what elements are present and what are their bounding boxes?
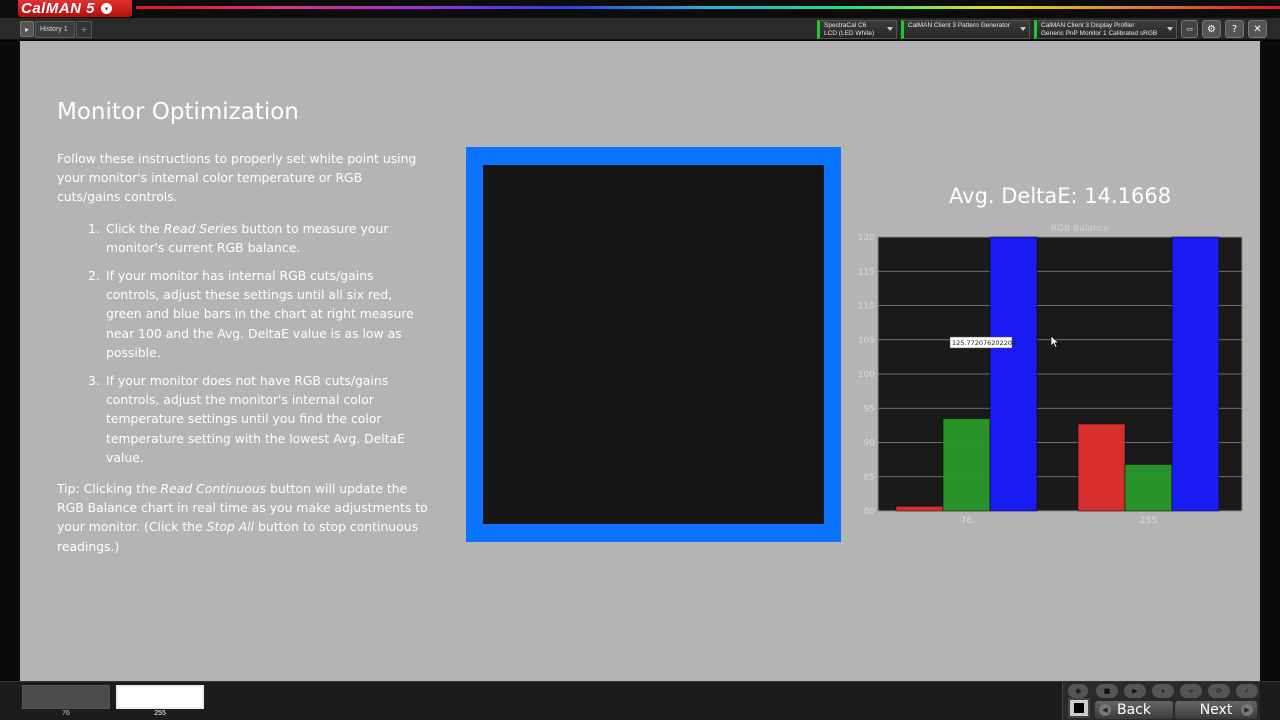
calman-logo-menu[interactable]: CalMAN 5 ▾ <box>18 0 132 17</box>
tooltip-text: 125.772076202204 <box>952 339 1016 347</box>
read-series-icon[interactable]: ⏸ <box>1152 684 1174 698</box>
chevron-down-icon <box>1167 27 1173 31</box>
bar-red <box>1077 423 1126 512</box>
chevron-down-icon <box>887 27 893 31</box>
play-icon[interactable]: ▶ <box>1124 684 1146 698</box>
tab-history-1[interactable]: History 1 <box>35 21 75 38</box>
meter-device-selector[interactable]: SpectraCal C6 LCD (LED White) <box>817 20 897 39</box>
device-line1: CalMAN Client 3 Pattern Generator <box>908 22 1010 29</box>
rainbow-strip <box>136 6 1280 9</box>
session-toolbar: ▸ History 1 + SpectraCal C6 LCD (LED Whi… <box>0 18 1280 40</box>
bar-blue <box>1171 236 1220 512</box>
list-item: 1. Click the Read Series button to measur… <box>88 220 389 255</box>
bar-blue <box>989 236 1038 512</box>
settings-button[interactable]: ⚙ <box>1202 20 1221 38</box>
x-tick-label: 76 <box>961 516 973 526</box>
right-gutter <box>1260 41 1280 681</box>
list-item: 2. If your monitor has internal RGB cuts/… <box>88 268 414 360</box>
close-button[interactable]: ✕ <box>1248 20 1267 38</box>
pattern-thumb-255[interactable]: 255 <box>115 684 205 720</box>
pattern-preview <box>466 147 841 542</box>
back-arrow-icon: ◀ <box>1099 704 1111 716</box>
thumb-swatch <box>22 685 110 709</box>
avg-deltae-readout: Avg. DeltaE: 14.1668 <box>949 184 1172 208</box>
left-gutter <box>0 41 20 681</box>
add-tab-button[interactable]: + <box>76 21 92 38</box>
refresh-icon[interactable]: ⟳ <box>1208 684 1230 698</box>
y-tick-label: 95 <box>864 404 875 414</box>
pattern-thumb-76[interactable]: 76 <box>21 684 111 720</box>
next-arrow-icon: ▶ <box>1241 704 1253 716</box>
y-tick-label: 90 <box>864 439 876 449</box>
instructions-text: Follow these instructions to properly se… <box>57 149 429 568</box>
device-line1: CalMAN Client 3 Display Profiler <box>1041 22 1135 29</box>
y-tick-label: 85 <box>864 473 875 483</box>
y-tick-label: 115 <box>858 267 875 277</box>
back-button[interactable]: ◀ Back <box>1095 701 1173 719</box>
chevron-down-icon <box>1020 27 1026 31</box>
pattern-window <box>483 165 824 524</box>
gear-icon: ⚙ <box>1207 23 1216 35</box>
y-tick-label: 110 <box>858 302 875 312</box>
app-logo-text: CalMAN 5 <box>21 0 96 17</box>
y-tick-label: 100 <box>858 370 875 380</box>
bar-green <box>942 418 991 512</box>
page-title: Monitor Optimization <box>57 99 299 125</box>
device-line2: Generic PnP Monitor 1 Calibrated sRGB <box>1041 30 1158 37</box>
list-item: 3. If your monitor does not have RGB cuts… <box>88 373 405 465</box>
stop-all-button[interactable] <box>1068 698 1090 718</box>
y-tick-label: 80 <box>864 507 876 517</box>
stop-icon[interactable]: ■ <box>1096 684 1118 698</box>
thumb-swatch <box>116 685 204 709</box>
rgb-balance-chart: RGB Balance 80 85 90 95 100 105 110 115 120 76 255 1… <box>858 224 1243 526</box>
keyboard-icon[interactable]: ▭ <box>1181 20 1198 38</box>
y-tick-label: 120 <box>858 233 875 243</box>
device-line1: SpectraCal C6 <box>824 22 867 29</box>
help-button[interactable]: ? <box>1225 20 1244 38</box>
workflow-page: Monitor Optimization Follow these instru… <box>20 41 1260 681</box>
next-button[interactable]: Next ▶ <box>1175 701 1257 719</box>
history-toggle-button[interactable]: ▸ <box>20 21 34 37</box>
device-line2: LCD (LED White) <box>824 30 875 37</box>
check-icon[interactable]: ✓ <box>1236 684 1258 698</box>
close-icon: ✕ <box>1253 23 1262 35</box>
bottom-toolbar: 76 255 ◉ ■ ▶ ⏸ ∞ ⟳ ✓ ◀ Back Next ▶ <box>0 681 1280 720</box>
bar-green <box>1124 464 1173 512</box>
pattern-generator-selector[interactable]: CalMAN Client 3 Pattern Generator <box>901 20 1030 39</box>
bar-red <box>895 505 944 512</box>
help-icon: ? <box>1231 23 1238 35</box>
thumb-label: 255 <box>154 710 166 717</box>
app-title-bar: CalMAN 5 ▾ <box>0 0 1280 18</box>
meter-controls: ◉ ■ ▶ ⏸ ∞ ⟳ ✓ ◀ Back Next ▶ <box>1062 682 1260 720</box>
display-profiler-selector[interactable]: CalMAN Client 3 Display Profiler Generic… <box>1034 20 1177 39</box>
read-continuous-icon[interactable]: ∞ <box>1180 684 1202 698</box>
chevron-down-icon: ▾ <box>101 3 113 14</box>
thumb-label: 76 <box>62 710 70 717</box>
eye-icon[interactable]: ◉ <box>1068 684 1088 698</box>
x-tick-label: 255 <box>1140 516 1157 526</box>
tip-paragraph: Tip: Clicking the Read Continuous button… <box>57 481 428 554</box>
chart-title: RGB Balance <box>1051 224 1110 234</box>
steps-list: 1. Click the Read Series button to measur… <box>88 219 429 467</box>
intro-paragraph: Follow these instructions to properly se… <box>57 151 417 205</box>
y-tick-label: 105 <box>858 336 875 346</box>
